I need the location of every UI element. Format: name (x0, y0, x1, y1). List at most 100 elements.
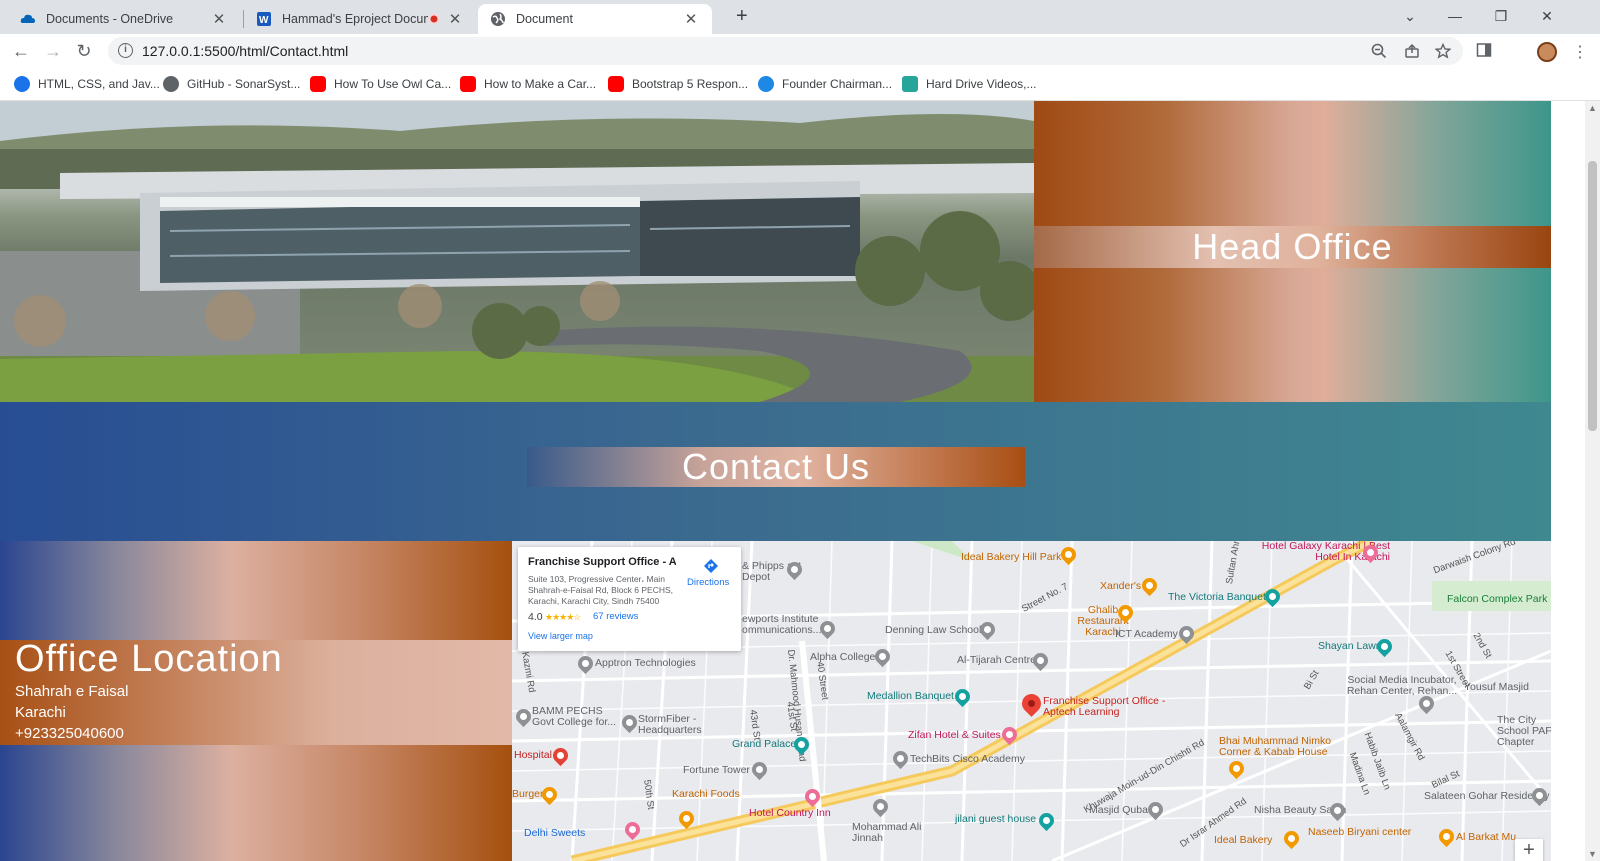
bookmark-label: How to Make a Car... (484, 77, 597, 91)
tab-search-icon[interactable]: ⌄ (1390, 4, 1430, 28)
head-office-section: Head Office (0, 101, 1585, 402)
scrollbar-thumb[interactable] (1588, 161, 1597, 431)
map-place[interactable]: Medallion Banquet (867, 691, 954, 702)
reviews-link[interactable]: 67 reviews (593, 611, 638, 622)
page-scrollbar[interactable]: ▲ ▼ (1585, 101, 1600, 861)
github-icon (163, 76, 179, 92)
map-place[interactable]: Karachi Foods (672, 789, 740, 800)
globe-icon (491, 12, 505, 26)
bookmark-item[interactable]: How to Make a Car... (460, 76, 596, 92)
close-icon[interactable]: ✕ (446, 10, 464, 28)
directions-link[interactable]: Directions (687, 577, 729, 588)
bookmark-item[interactable]: GitHub - SonarSyst... (163, 76, 300, 92)
bookmark-label: GitHub - SonarSyst... (187, 77, 301, 91)
recording-icon (428, 13, 440, 25)
map-place[interactable]: Al-Tijarah Centre (957, 655, 1036, 666)
head-office-title: Head Office (1192, 226, 1393, 267)
bookmark-item[interactable]: Bootstrap 5 Respon... (608, 76, 748, 92)
reload-icon[interactable]: ↻ (71, 39, 97, 63)
rating-stars-icon: ★★★★☆ (545, 612, 581, 622)
minimize-button[interactable]: — (1435, 4, 1475, 28)
map-place[interactable]: BAMM PECHS Govt College for... (532, 706, 622, 728)
browser-toolbar: ← → ↻ i 127.0.0.1:5500/html/Contact.html… (0, 34, 1600, 68)
map-place[interactable]: Mohammad Ali Jinnah (852, 822, 922, 844)
map-place[interactable]: Hospital (514, 750, 552, 761)
tab-word-document[interactable]: W Hammad's Eproject Docume ✕ (244, 4, 476, 34)
map-place[interactable]: Naseeb Biryani center (1308, 827, 1411, 838)
map-place[interactable]: Bhai Muhammad Nimko Corner & Kabab House (1219, 736, 1339, 758)
place-info-card: Franchise Support Office - Apt... Suite … (518, 547, 741, 651)
forward-icon[interactable]: → (40, 39, 66, 63)
map-place[interactable]: Zifan Hotel & Suites (908, 730, 1001, 741)
map-place[interactable]: StormFiber - Headquarters (638, 714, 718, 736)
tab-onedrive[interactable]: Documents - OneDrive ✕ (8, 4, 240, 34)
map-place[interactable]: The City School PAF Chapter (1497, 715, 1551, 748)
window-close-button[interactable]: ✕ (1527, 4, 1567, 28)
office-city: Karachi (15, 704, 66, 721)
youtube-icon (310, 76, 326, 92)
zoom-icon[interactable] (1371, 43, 1387, 59)
back-icon[interactable]: ← (8, 39, 34, 63)
contact-us-section: Contact Us (0, 402, 1551, 541)
bookmark-item[interactable]: HTML, CSS, and Jav... (14, 76, 160, 92)
onedrive-icon (20, 14, 35, 23)
map-place[interactable]: Fortune Tower (683, 765, 750, 776)
share-icon[interactable] (1404, 43, 1420, 59)
main-place-label[interactable]: Franchise Support Office - Aptech Learni… (1043, 696, 1183, 718)
contact-us-title: Contact Us (681, 446, 871, 487)
map-place[interactable]: Burger (512, 789, 544, 800)
bookmark-label: HTML, CSS, and Jav... (38, 77, 160, 91)
office-location-section: Office Location Shahrah e Faisal Karachi… (0, 541, 512, 861)
map-place[interactable]: Social Media Incubator, Rehan Center, Re… (1332, 675, 1472, 697)
map-place[interactable]: Denning Law School (885, 625, 981, 636)
office-building-photo (0, 101, 1034, 402)
map-place[interactable]: ICT Academy (1115, 629, 1178, 640)
map-place[interactable]: TechBits Cisco Academy (910, 754, 1025, 765)
menu-icon[interactable]: ⋮ (1572, 42, 1588, 62)
map-place[interactable]: Delhi Sweets (524, 828, 585, 839)
office-location-title: Office Location (15, 638, 283, 680)
scroll-up-icon[interactable]: ▲ (1588, 103, 1597, 113)
map-place[interactable]: Grand Palace (732, 739, 796, 750)
bookmark-label: How To Use Owl Ca... (334, 77, 452, 91)
browser-tab-bar: Documents - OneDrive ✕ W Hammad's Eproje… (0, 0, 1600, 34)
directions-icon[interactable] (703, 558, 719, 574)
bookmark-favicon-icon (14, 76, 30, 92)
map-place[interactable]: Shayan Lawn (1318, 641, 1382, 652)
bookmark-star-icon[interactable] (1435, 43, 1451, 59)
map-place[interactable]: Yousuf Masjid (1464, 682, 1529, 693)
profile-avatar[interactable] (1537, 42, 1557, 62)
new-tab-button[interactable]: + (736, 5, 748, 28)
site-info-icon[interactable]: i (118, 43, 133, 58)
side-panel-icon[interactable] (1476, 42, 1492, 58)
map-place[interactable]: Apptron Technologies (595, 658, 696, 669)
map-place[interactable]: Alpha College (810, 652, 875, 663)
website-icon (758, 76, 774, 92)
youtube-icon (608, 76, 624, 92)
tab-document[interactable]: Document ✕ (478, 4, 712, 34)
map-place[interactable]: Masjid Quba (1089, 805, 1148, 816)
address-bar[interactable]: i 127.0.0.1:5500/html/Contact.html (108, 37, 1463, 65)
google-map-embed[interactable]: Dr. Mahmood Husan Road Khuwaja Moin-ud-D… (512, 541, 1551, 861)
bookmark-item[interactable]: Founder Chairman... (758, 76, 892, 92)
map-place[interactable]: The Victoria Banquet (1168, 592, 1266, 603)
map-place[interactable]: jilani guest house (955, 814, 1036, 825)
close-icon[interactable]: ✕ (210, 10, 228, 28)
map-place[interactable]: Hotel Country Inn (749, 808, 831, 819)
close-icon[interactable]: ✕ (682, 10, 700, 28)
map-place[interactable]: Ideal Bakery (1214, 835, 1272, 846)
map-place[interactable]: Xander's (1100, 581, 1141, 592)
bookmark-item[interactable]: Hard Drive Videos,... (902, 76, 1037, 92)
scroll-down-icon[interactable]: ▼ (1588, 849, 1597, 859)
zoom-in-button[interactable]: + (1515, 839, 1543, 861)
place-address: Suite 103, Progressive Center، Main Shah… (528, 574, 674, 606)
bookmark-item[interactable]: How To Use Owl Ca... (310, 76, 451, 92)
url-text[interactable]: 127.0.0.1:5500/html/Contact.html (142, 43, 348, 59)
map-place[interactable]: Ideal Bakery Hill Park (961, 552, 1061, 563)
view-larger-map-link[interactable]: View larger map (528, 631, 593, 641)
map-place[interactable]: ewports Institute ommunications... (742, 614, 852, 636)
place-name[interactable]: Franchise Support Office - Apt... (528, 556, 676, 568)
bookmarks-bar: HTML, CSS, and Jav... GitHub - SonarSyst… (0, 68, 1600, 101)
map-place[interactable]: Falcon Complex Park (1447, 594, 1547, 605)
restore-button[interactable]: ❐ (1481, 4, 1521, 28)
